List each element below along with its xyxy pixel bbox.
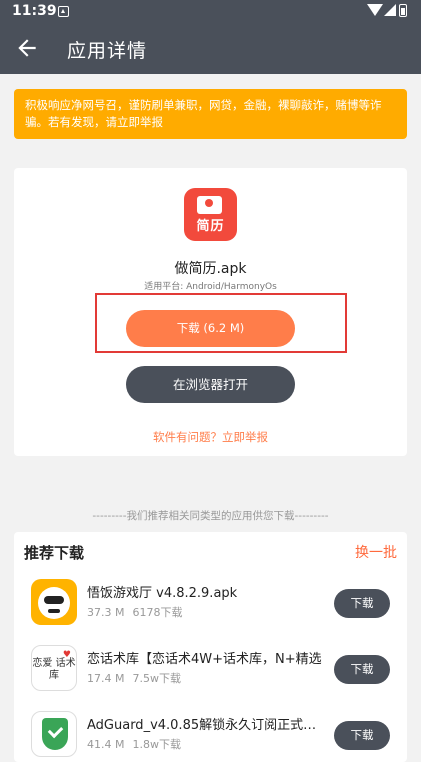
open-in-browser-button[interactable]: 在浏览器打开 — [126, 366, 295, 403]
recommend-caption: ---------我们推荐相关同类型的应用供您下载--------- — [92, 510, 329, 522]
list-item-downloads: 7.5w下载 — [132, 672, 181, 685]
list-item-size: 41.4 M — [87, 738, 125, 751]
wifi-icon — [367, 4, 383, 16]
love-talk-app-icon: ♥ 恋爱 话术库 — [31, 645, 77, 691]
list-item-name: 恋话术库【恋话术4W+话术库，N+精选 — [87, 652, 322, 667]
app-icon-text: 简历 — [196, 219, 225, 234]
recommend-title: 推荐下载 — [24, 544, 85, 562]
item-download-button[interactable]: 下载 — [334, 721, 390, 750]
platform-info: 适用平台: Android/HarmonyOs — [144, 282, 277, 292]
list-item-downloads: 6178下载 — [132, 606, 183, 619]
resume-app-icon: 简历 — [184, 188, 237, 241]
refresh-button[interactable]: 换一批 — [355, 542, 397, 562]
list-item-name: 悟饭游戏厅 v4.8.2.9.apk — [87, 586, 238, 601]
app-bar: 应用详情 — [0, 24, 421, 74]
love-talk-icon-text: 恋爱 话术库 — [32, 658, 76, 681]
list-item-meta: 17.4 M 7.5w下载 — [87, 670, 189, 686]
item-download-button[interactable]: 下载 — [334, 655, 390, 684]
app-name: 做简历.apk — [174, 261, 247, 277]
list-item-size: 37.3 M — [87, 606, 125, 619]
arrow-left-icon[interactable] — [14, 35, 40, 61]
download-button[interactable]: 下载 (6.2 M) — [126, 310, 295, 347]
recommend-card: 推荐下载 换一批 悟饭游戏厅 v4.8.2.9.apk 37.3 M 6178下载… — [14, 532, 407, 762]
app-detail-card: 简历 做简历.apk 适用平台: Android/HarmonyOs 下载 (6… — [14, 168, 407, 456]
list-item[interactable]: ♥ 恋爱 话术库 恋话术库【恋话术4W+话术库，N+精选 17.4 M 7.5w下… — [14, 645, 407, 705]
list-item-meta: 37.3 M 6178下载 — [87, 604, 190, 620]
battery-icon — [399, 4, 407, 17]
report-link[interactable]: 软件有问题？立即举报 — [14, 429, 407, 445]
game-hall-app-icon — [31, 579, 77, 625]
status-time: 11:39 — [12, 3, 57, 19]
list-item-size: 17.4 M — [87, 672, 125, 685]
list-item-meta: 41.4 M 1.8w下载 — [87, 736, 189, 752]
fraud-warning-notice: 积极响应净网号召，谨防刷单兼职，网贷，金融，裸聊敲诈，赌博等诈骗。若有发现，请立… — [14, 89, 407, 139]
signal-icon — [384, 4, 396, 16]
a-icon — [58, 6, 69, 17]
item-download-button[interactable]: 下载 — [334, 589, 390, 618]
status-bar: 11:39 — [0, 0, 421, 24]
list-item[interactable]: 悟饭游戏厅 v4.8.2.9.apk 37.3 M 6178下载 下载 — [14, 579, 407, 639]
list-item-name: AdGuard_v4.0.85解锁永久订阅正式版.apk — [87, 718, 327, 733]
shield-icon — [31, 711, 77, 757]
list-item-downloads: 1.8w下载 — [132, 738, 181, 751]
page-title: 应用详情 — [67, 40, 148, 62]
document-icon — [197, 196, 222, 214]
list-item[interactable]: AdGuard_v4.0.85解锁永久订阅正式版.apk 41.4 M 1.8w下… — [14, 711, 407, 762]
